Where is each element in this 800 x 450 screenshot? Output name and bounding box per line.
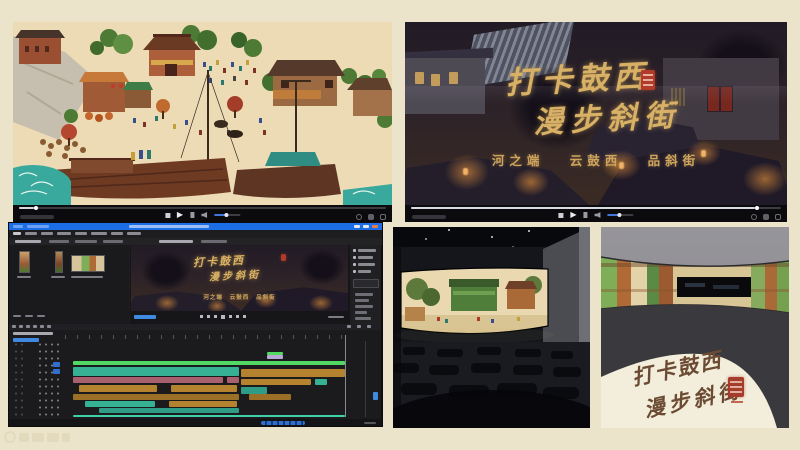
timeline-clip[interactable] bbox=[73, 377, 223, 383]
next-button[interactable] bbox=[584, 212, 588, 218]
timeline-clip[interactable] bbox=[227, 377, 239, 383]
source-patch-a1[interactable] bbox=[53, 369, 60, 374]
workspace-tabs[interactable] bbox=[9, 238, 382, 245]
monitor-subtitle: 河之端 云鼓西 品斜街 bbox=[131, 293, 348, 301]
close-button[interactable] bbox=[372, 225, 378, 228]
clip-thumbnail[interactable] bbox=[55, 251, 63, 273]
watermark bbox=[4, 431, 70, 443]
timeline-clip[interactable] bbox=[73, 415, 345, 417]
timeline-scroll-marker[interactable] bbox=[373, 392, 378, 400]
play-button[interactable]: ▶ bbox=[570, 211, 576, 219]
player-controls-right: ▶ bbox=[405, 205, 787, 222]
timeline-clip[interactable] bbox=[241, 379, 311, 385]
monitor-preview[interactable]: 打卡鼓西 漫步斜街 河之端 云鼓西 品斜街 bbox=[131, 245, 348, 311]
timeline-clip[interactable] bbox=[85, 401, 155, 407]
video-subtitle: 河之端 云鼓西 品斜街 bbox=[405, 150, 787, 169]
source-patch-v1[interactable] bbox=[53, 362, 60, 367]
video-title-line2: 漫步斜街 bbox=[532, 90, 682, 142]
menu-bar[interactable] bbox=[9, 230, 382, 238]
player-controls-left: ▶ bbox=[13, 205, 392, 222]
pavilion bbox=[143, 34, 201, 76]
video-surface-night-scene[interactable]: 打卡鼓西 漫步斜街 河之端 云鼓西 品斜街 bbox=[405, 22, 787, 205]
monitor-title-line2: 漫步斜街 bbox=[209, 266, 262, 284]
timeline-panel bbox=[9, 330, 381, 419]
timeline-clip[interactable] bbox=[73, 394, 239, 400]
time-display bbox=[20, 215, 54, 219]
effects-dropdown[interactable] bbox=[353, 279, 379, 288]
timeline-clip[interactable] bbox=[267, 355, 283, 359]
fullscreen-icon[interactable] bbox=[380, 214, 386, 220]
volume-slider[interactable] bbox=[608, 214, 634, 216]
settings-icon[interactable] bbox=[751, 214, 757, 220]
settings-icon[interactable] bbox=[356, 214, 362, 220]
time-display bbox=[412, 215, 446, 219]
clip-thumbnail[interactable] bbox=[19, 251, 30, 273]
timeline-clip[interactable] bbox=[171, 385, 237, 392]
next-button[interactable] bbox=[190, 212, 194, 218]
timeline-clip[interactable] bbox=[241, 369, 345, 377]
pip-icon[interactable] bbox=[368, 214, 374, 220]
video-surface-painting[interactable] bbox=[13, 22, 392, 205]
mural-red-seal bbox=[728, 377, 744, 397]
clip-thumbnail[interactable] bbox=[71, 255, 105, 272]
timeline-clip[interactable] bbox=[249, 394, 291, 400]
stop-button[interactable] bbox=[558, 213, 563, 218]
playhead[interactable] bbox=[345, 335, 346, 417]
mural-room-photo: 打卡鼓西 漫步斜街 bbox=[601, 227, 789, 428]
timeline-clip[interactable] bbox=[79, 385, 157, 392]
scrollbar-thumb[interactable] bbox=[261, 421, 305, 425]
volume-icon[interactable] bbox=[595, 212, 601, 218]
timeline-clip[interactable] bbox=[73, 367, 239, 376]
video-editor-window: 打卡鼓西 漫步斜街 河之端 云鼓西 品斜街 bbox=[8, 222, 383, 427]
volume-slider[interactable] bbox=[214, 214, 240, 216]
transport-controls[interactable] bbox=[200, 315, 246, 319]
time-ruler[interactable] bbox=[65, 335, 345, 339]
track-toggles bbox=[13, 341, 23, 417]
right-scroll-strip[interactable] bbox=[381, 245, 383, 425]
horizontal-scrollbar[interactable] bbox=[9, 419, 382, 427]
night-hutong-scene: 打卡鼓西 漫步斜街 河之端 云鼓西 品斜街 bbox=[405, 22, 787, 205]
program-monitor: 打卡鼓西 漫步斜街 河之端 云鼓西 品斜街 bbox=[130, 245, 350, 324]
theater-illustration bbox=[393, 227, 590, 428]
seal-caption bbox=[731, 401, 743, 403]
ancient-market-painting bbox=[13, 22, 392, 205]
video-player-left: ▶ bbox=[13, 22, 392, 222]
fullscreen-icon[interactable] bbox=[775, 214, 781, 220]
timeline-clip[interactable] bbox=[315, 379, 327, 385]
project-panel bbox=[9, 245, 129, 324]
collage-page: ▶ bbox=[0, 0, 800, 450]
volume-icon[interactable] bbox=[201, 212, 207, 218]
pip-icon[interactable] bbox=[763, 214, 769, 220]
track-controls bbox=[37, 341, 63, 417]
stop-button[interactable] bbox=[165, 213, 170, 218]
timeline-clip[interactable] bbox=[241, 387, 267, 394]
video-player-right: 打卡鼓西 漫步斜街 河之端 云鼓西 品斜街 ▶ bbox=[405, 22, 787, 222]
effects-panel bbox=[351, 245, 381, 324]
progress-bar[interactable] bbox=[19, 207, 386, 209]
monitor-timecode bbox=[134, 315, 156, 319]
play-button[interactable]: ▶ bbox=[177, 211, 183, 219]
timeline-clip[interactable] bbox=[73, 361, 345, 365]
work-area-edge bbox=[365, 341, 366, 417]
red-seal-stamp bbox=[641, 70, 655, 90]
timeline-clip[interactable] bbox=[99, 408, 239, 413]
lantern-glow bbox=[513, 168, 549, 196]
timeline-clip[interactable] bbox=[169, 401, 237, 407]
theater-room-photo bbox=[393, 227, 590, 428]
progress-bar[interactable] bbox=[411, 207, 781, 209]
window-titlebar[interactable] bbox=[9, 223, 382, 230]
